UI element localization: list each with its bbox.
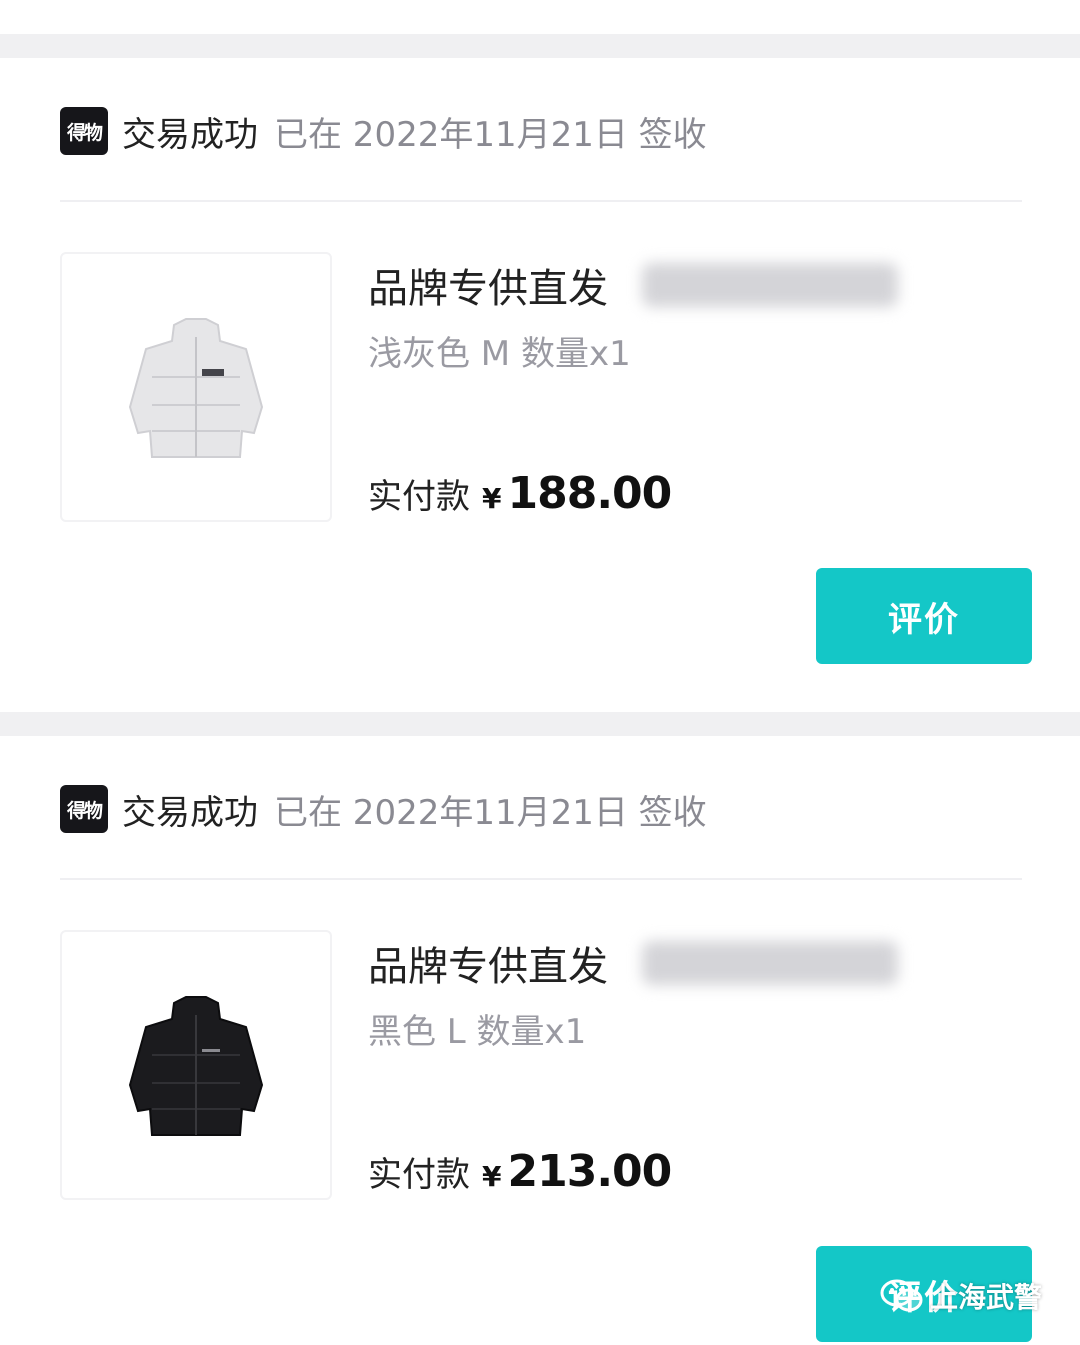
paid-amount: 213.00 [507, 1146, 672, 1197]
order-card: 得物 交易成功 已在 2022年11月21日 签收 品牌专供直发 浅灰色 M 数… [0, 58, 1080, 712]
order-header: 得物 交易成功 已在 2022年11月21日 签收 [60, 784, 707, 834]
product-title[interactable]: 品牌专供直发 [368, 934, 608, 992]
order-status: 交易成功 [122, 114, 258, 155]
product-image[interactable] [60, 252, 332, 522]
blurred-tag [642, 941, 898, 985]
section-gap [0, 34, 1080, 58]
wechat-icon [880, 1279, 923, 1312]
divider [60, 878, 1022, 880]
shop-logo[interactable]: 得物 [60, 107, 108, 155]
sign-date: 已在 2022年11月21日 签收 [274, 792, 707, 833]
review-button[interactable]: 评价 [816, 568, 1032, 664]
watermark: 上海武警 [880, 1276, 1042, 1316]
product-title[interactable]: 品牌专供直发 [368, 256, 608, 314]
product-spec: 浅灰色 M 数量x1 [368, 334, 631, 374]
divider [60, 200, 1022, 202]
product-image[interactable] [60, 930, 332, 1200]
light-gray-puffer-jacket-icon [128, 318, 264, 458]
shop-logo[interactable]: 得物 [60, 785, 108, 833]
black-puffer-jacket-icon [128, 996, 264, 1136]
product-title-row: 品牌专供直发 [368, 934, 898, 992]
order-card: 得物 交易成功 已在 2022年11月21日 签收 品牌专供直发 黑色 L 数量… [0, 736, 1080, 1345]
order-status: 交易成功 [122, 792, 258, 833]
product-title-row: 品牌专供直发 [368, 256, 898, 314]
watermark-text: 上海武警 [930, 1281, 1043, 1314]
payment-row: 实付款 ¥ 188.00 [368, 468, 672, 519]
currency-symbol: ¥ [482, 482, 502, 515]
section-gap [0, 712, 1080, 736]
sign-date: 已在 2022年11月21日 签收 [274, 114, 707, 155]
pay-label: 实付款 [368, 1155, 470, 1195]
blurred-tag [642, 263, 898, 307]
order-header: 得物 交易成功 已在 2022年11月21日 签收 [60, 106, 707, 156]
product-spec: 黑色 L 数量x1 [368, 1012, 587, 1052]
payment-row: 实付款 ¥ 213.00 [368, 1146, 672, 1197]
pay-label: 实付款 [368, 477, 470, 517]
currency-symbol: ¥ [482, 1160, 502, 1193]
paid-amount: 188.00 [507, 468, 672, 519]
